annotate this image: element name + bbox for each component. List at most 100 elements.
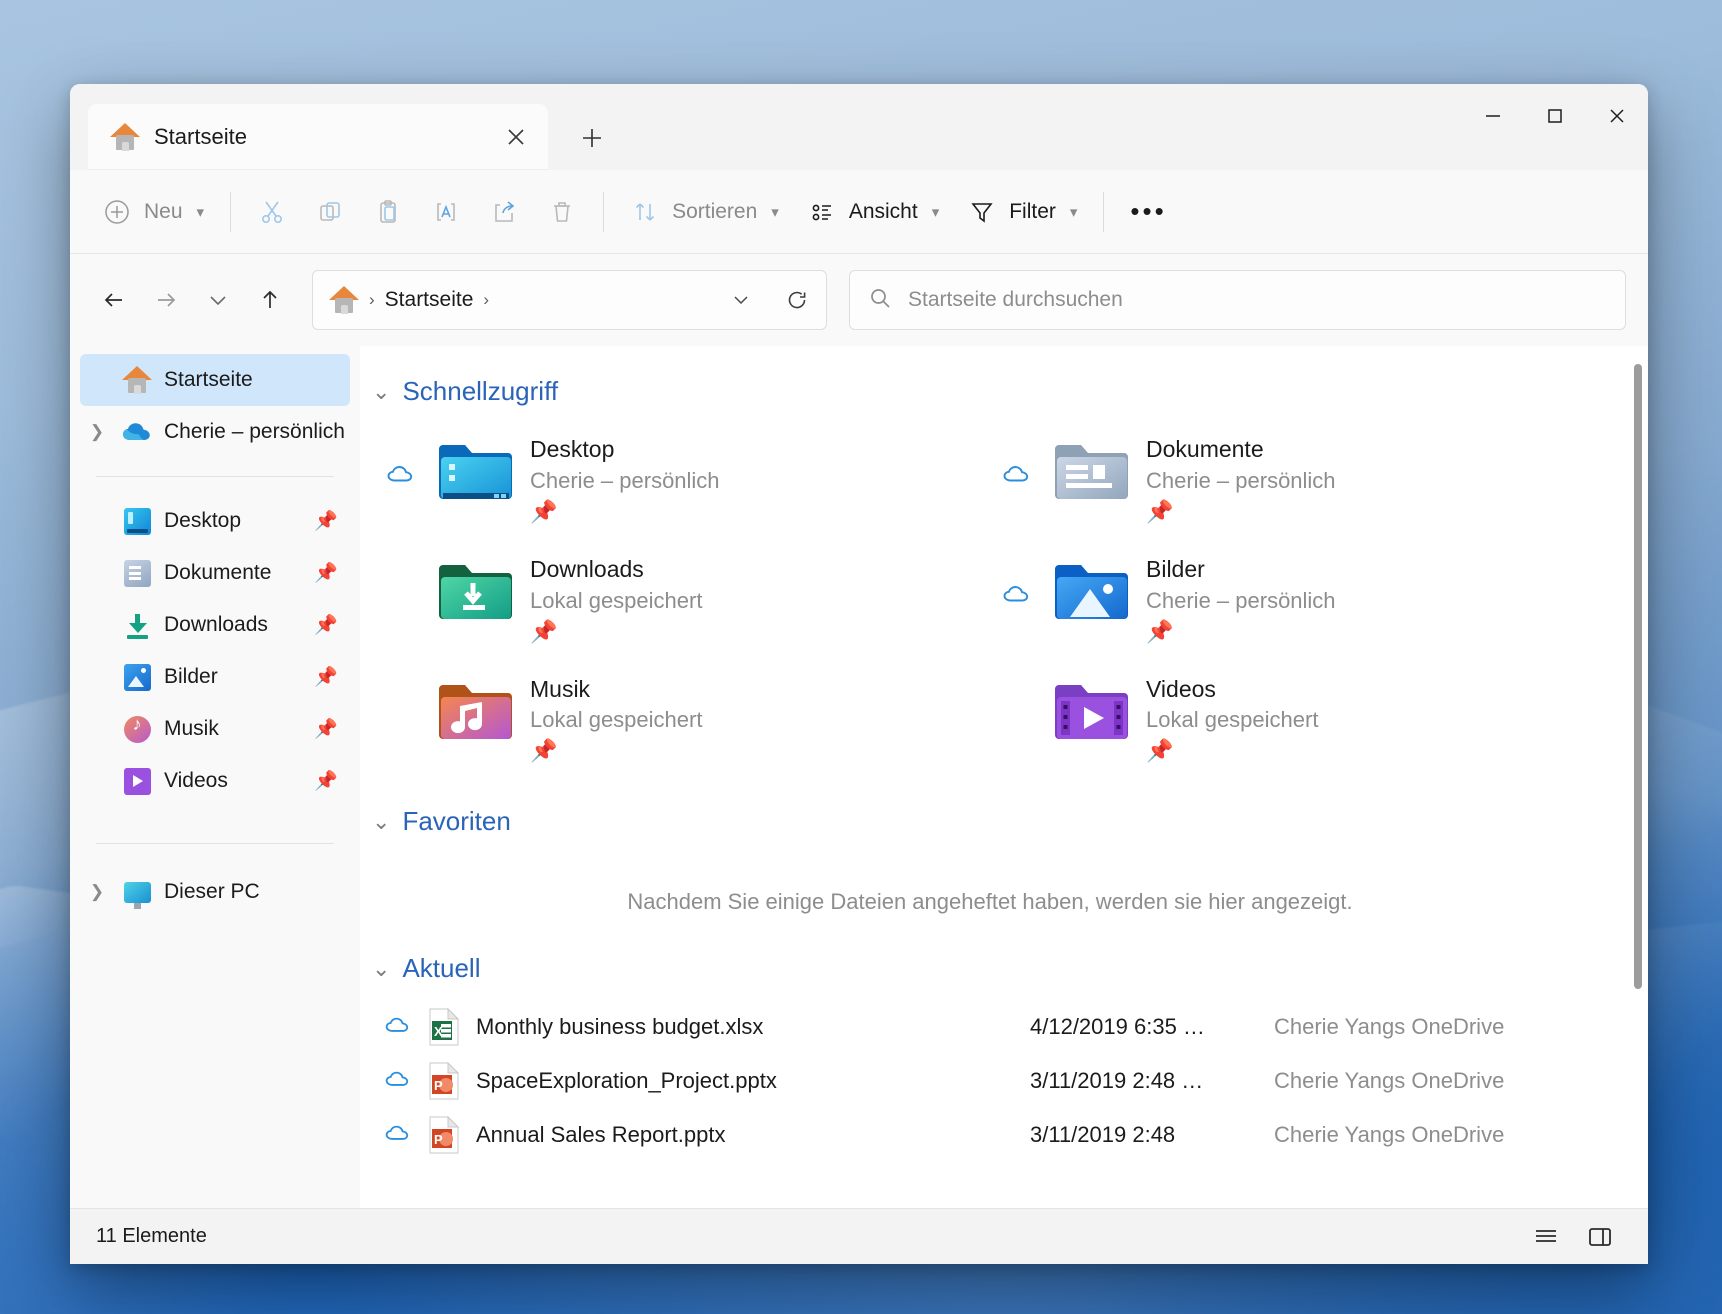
quick-access-tile-subtitle: Lokal gespeichert — [530, 707, 703, 733]
pin-icon[interactable]: 📌 — [314, 717, 338, 741]
filter-icon — [967, 197, 997, 227]
sidebar-item-startseite[interactable]: Startseite — [80, 354, 350, 406]
scissors-icon — [257, 197, 287, 227]
address-bar[interactable]: › Startseite › — [312, 270, 827, 330]
chevron-down-icon: ▾ — [771, 203, 779, 221]
pin-icon[interactable]: 📌 — [1146, 619, 1336, 645]
forward-button[interactable] — [140, 274, 192, 326]
plus-circle-icon — [102, 197, 132, 227]
toolbar-divider — [1103, 191, 1105, 232]
pin-icon[interactable]: 📌 — [530, 738, 702, 764]
pin-icon[interactable]: 📌 — [530, 619, 702, 645]
pin-icon[interactable]: 📌 — [314, 509, 338, 533]
up-button[interactable] — [244, 274, 296, 326]
quick-access-tile-subtitle: Lokal gespeichert — [530, 587, 703, 613]
paste-button[interactable] — [359, 184, 417, 240]
search-icon — [868, 286, 892, 315]
item-count-label: 11 Elemente — [96, 1225, 207, 1247]
sort-button[interactable]: Sortieren ▾ — [616, 184, 793, 240]
cut-button[interactable] — [243, 184, 301, 240]
details-pane-button[interactable] — [1578, 1217, 1622, 1257]
filter-button[interactable]: Filter ▾ — [953, 184, 1091, 240]
svg-text:X: X — [434, 1024, 443, 1039]
section-header-aktuell[interactable]: ⌄ Aktuell — [372, 953, 1608, 984]
sidebar-item-musik[interactable]: Musik 📌 — [80, 703, 350, 755]
recent-file-name: Annual Sales Report.pptx — [476, 1122, 726, 1148]
back-button[interactable] — [88, 274, 140, 326]
section-header-favoriten[interactable]: ⌄ Favoriten — [372, 806, 1608, 837]
cloud-sync-icon — [384, 1015, 414, 1040]
quick-access-tile-name: Dokumente — [1146, 436, 1264, 462]
refresh-button[interactable] — [774, 277, 820, 323]
breadcrumb[interactable]: Startseite — [385, 288, 474, 312]
minimize-button[interactable] — [1462, 84, 1524, 148]
maximize-button[interactable] — [1524, 84, 1586, 148]
recent-row[interactable]: P Annual Sales Report.pptx 3/11/2019 2:4… — [372, 1108, 1608, 1162]
quick-access-tile-name: Downloads — [530, 555, 644, 582]
excel-file-icon: X — [428, 1007, 462, 1047]
rename-button[interactable] — [417, 184, 475, 240]
quick-access-tile-subtitle: Cherie – persönlich — [530, 467, 720, 493]
pin-icon[interactable]: 📌 — [1146, 499, 1336, 525]
chevron-right-icon[interactable]: ❯ — [84, 422, 110, 442]
chevron-down-icon: ▾ — [196, 203, 205, 221]
close-button[interactable] — [1586, 84, 1648, 148]
sidebar-item-bilder[interactable]: Bilder 📌 — [80, 651, 350, 703]
explorer-body: Startseite ❯ Cherie – persönlich Desktop… — [70, 346, 1648, 1208]
quick-access-tile-musik[interactable]: Musik Lokal gespeichert 📌 — [376, 665, 992, 771]
copy-button[interactable] — [301, 184, 359, 240]
address-dropdown-icon[interactable] — [718, 277, 764, 323]
powerpoint-file-icon: P — [428, 1115, 462, 1155]
scrollbar-thumb[interactable] — [1634, 364, 1642, 989]
delete-button[interactable] — [533, 184, 591, 240]
tab-close-icon[interactable] — [494, 115, 538, 159]
content-scrollbar[interactable] — [1630, 364, 1642, 1004]
sidebar-item-downloads[interactable]: Downloads 📌 — [80, 599, 350, 651]
recent-list: X Monthly business budget.xlsx 4/12/2019… — [372, 1000, 1608, 1162]
copy-icon — [315, 197, 345, 227]
pin-icon[interactable]: 📌 — [314, 665, 338, 689]
pin-icon[interactable]: 📌 — [314, 561, 338, 585]
share-button[interactable] — [475, 184, 533, 240]
more-options-button[interactable]: ••• — [1116, 184, 1180, 240]
more-options-label: ••• — [1130, 196, 1167, 226]
view-button[interactable]: Ansicht ▾ — [793, 184, 953, 240]
this-pc-icon — [122, 877, 152, 909]
sidebar-item-onedrive[interactable]: ❯ Cherie – persönlich — [80, 406, 350, 458]
quick-access-tile-desktop[interactable]: Desktop Cherie – persönlich 📌 — [376, 425, 992, 531]
search-input[interactable]: Startseite durchsuchen — [908, 288, 1123, 312]
sidebar-item-desktop[interactable]: Desktop 📌 — [80, 495, 350, 547]
sidebar-item-videos[interactable]: Videos 📌 — [80, 755, 350, 807]
section-header-quick-access[interactable]: ⌄ Schnellzugriff — [372, 376, 1608, 407]
quick-access-tile-videos[interactable]: Videos Lokal gespeichert 📌 — [992, 665, 1608, 771]
sidebar-item-dokumente[interactable]: Dokumente 📌 — [80, 547, 350, 599]
recent-locations-button[interactable] — [192, 274, 244, 326]
new-button[interactable]: Neu ▾ — [88, 184, 218, 240]
chevron-down-icon[interactable]: ⌄ — [372, 957, 390, 980]
chevron-down-icon[interactable]: ⌄ — [372, 380, 390, 403]
pin-icon[interactable]: 📌 — [314, 613, 338, 637]
recent-row[interactable]: X Monthly business budget.xlsx 4/12/2019… — [372, 1000, 1608, 1054]
tab-startseite[interactable]: Startseite — [88, 104, 548, 170]
pin-icon[interactable]: 📌 — [1146, 738, 1318, 764]
breadcrumb-separator[interactable]: › — [483, 290, 489, 310]
content-pane: ⌄ Schnellzugriff Desktop Cherie – persön… — [360, 346, 1648, 1208]
recent-row[interactable]: P SpaceExploration_Project.pptx 3/11/201… — [372, 1054, 1608, 1108]
details-view-button[interactable] — [1524, 1217, 1568, 1257]
sidebar-item-label: Videos — [164, 769, 228, 792]
recent-file-location: Cherie Yangs OneDrive — [1274, 1068, 1505, 1094]
paste-icon — [373, 197, 403, 227]
tab-strip: Startseite — [70, 104, 614, 170]
quick-access-tile-dokumente[interactable]: Dokumente Cherie – persönlich 📌 — [992, 425, 1608, 531]
chevron-down-icon[interactable]: ⌄ — [372, 810, 390, 833]
pin-icon[interactable]: 📌 — [530, 499, 720, 525]
new-tab-icon[interactable] — [570, 116, 614, 160]
quick-access-tile-bilder[interactable]: Bilder Cherie – persönlich 📌 — [992, 545, 1608, 651]
quick-access-tile-downloads[interactable]: Downloads Lokal gespeichert 📌 — [376, 545, 992, 651]
sidebar-item-dieser-pc[interactable]: ❯ Dieser PC — [80, 866, 350, 918]
folder-icon-bilder — [1052, 557, 1130, 623]
pin-icon[interactable]: 📌 — [314, 769, 338, 793]
chevron-right-icon[interactable]: ❯ — [84, 882, 110, 902]
search-box[interactable]: Startseite durchsuchen — [849, 270, 1626, 330]
sidebar-item-label: Downloads — [164, 613, 268, 636]
